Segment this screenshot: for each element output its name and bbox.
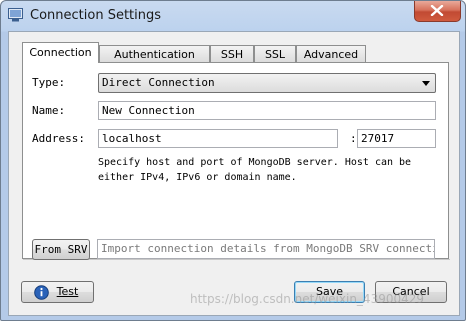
srv-import-input[interactable]: Import connection details from MongoDB S… xyxy=(97,239,435,259)
window-title: Connection Settings xyxy=(30,8,162,23)
tab-ssl[interactable]: SSL xyxy=(254,45,296,62)
help-line-2: either IPv4, IPv6 or domain name. xyxy=(98,172,297,183)
test-label: Test xyxy=(56,285,79,298)
type-select[interactable]: Direct Connection xyxy=(98,73,436,93)
dialog-body: Connection Authentication SSH SSL Advanc… xyxy=(8,31,460,316)
close-icon xyxy=(430,5,444,16)
watermark-text: https://blog.csdn.net/weixin_43900429 xyxy=(190,292,425,306)
tab-advanced[interactable]: Advanced xyxy=(296,45,366,62)
from-srv-label: From SRV xyxy=(34,243,88,256)
host-field[interactable]: localhost xyxy=(98,129,338,148)
name-field-value: New Connection xyxy=(102,104,195,117)
host-field-value: localhost xyxy=(102,132,162,145)
tab-ssh[interactable]: SSH xyxy=(210,45,254,62)
type-select-value: Direct Connection xyxy=(102,76,215,89)
tab-label: Authentication xyxy=(114,48,195,61)
connection-settings-window: Connection Settings Connection Authentic… xyxy=(0,0,466,321)
name-label: Name: xyxy=(32,104,66,117)
address-help-text: Specify host and port of MongoDB server.… xyxy=(98,155,411,185)
title-bar: Connection Settings xyxy=(1,1,465,31)
srv-import-placeholder: Import connection details from MongoDB S… xyxy=(101,242,435,255)
from-srv-button[interactable]: From SRV xyxy=(32,239,90,260)
info-icon xyxy=(34,285,49,300)
test-button[interactable]: Test xyxy=(21,281,94,303)
tab-label: Advanced xyxy=(303,48,359,61)
tab-authentication[interactable]: Authentication xyxy=(99,45,210,62)
tab-label: SSH xyxy=(220,48,244,61)
port-field-value: 27017 xyxy=(361,132,395,145)
help-line-1: Specify host and port of MongoDB server.… xyxy=(98,157,412,168)
name-field[interactable]: New Connection xyxy=(98,101,436,120)
connection-panel: Type: Direct Connection Name: New Connec… xyxy=(22,62,450,260)
tab-label: Connection xyxy=(29,46,92,59)
type-label: Type: xyxy=(32,76,66,89)
port-separator: : xyxy=(350,132,357,145)
close-button[interactable] xyxy=(414,1,461,22)
port-field[interactable]: 27017 xyxy=(357,129,436,148)
chevron-down-icon xyxy=(422,81,430,86)
tab-connection[interactable]: Connection xyxy=(22,42,99,63)
address-label: Address: xyxy=(32,132,85,145)
tab-label: SSL xyxy=(264,48,286,61)
window-app-icon xyxy=(8,8,23,22)
